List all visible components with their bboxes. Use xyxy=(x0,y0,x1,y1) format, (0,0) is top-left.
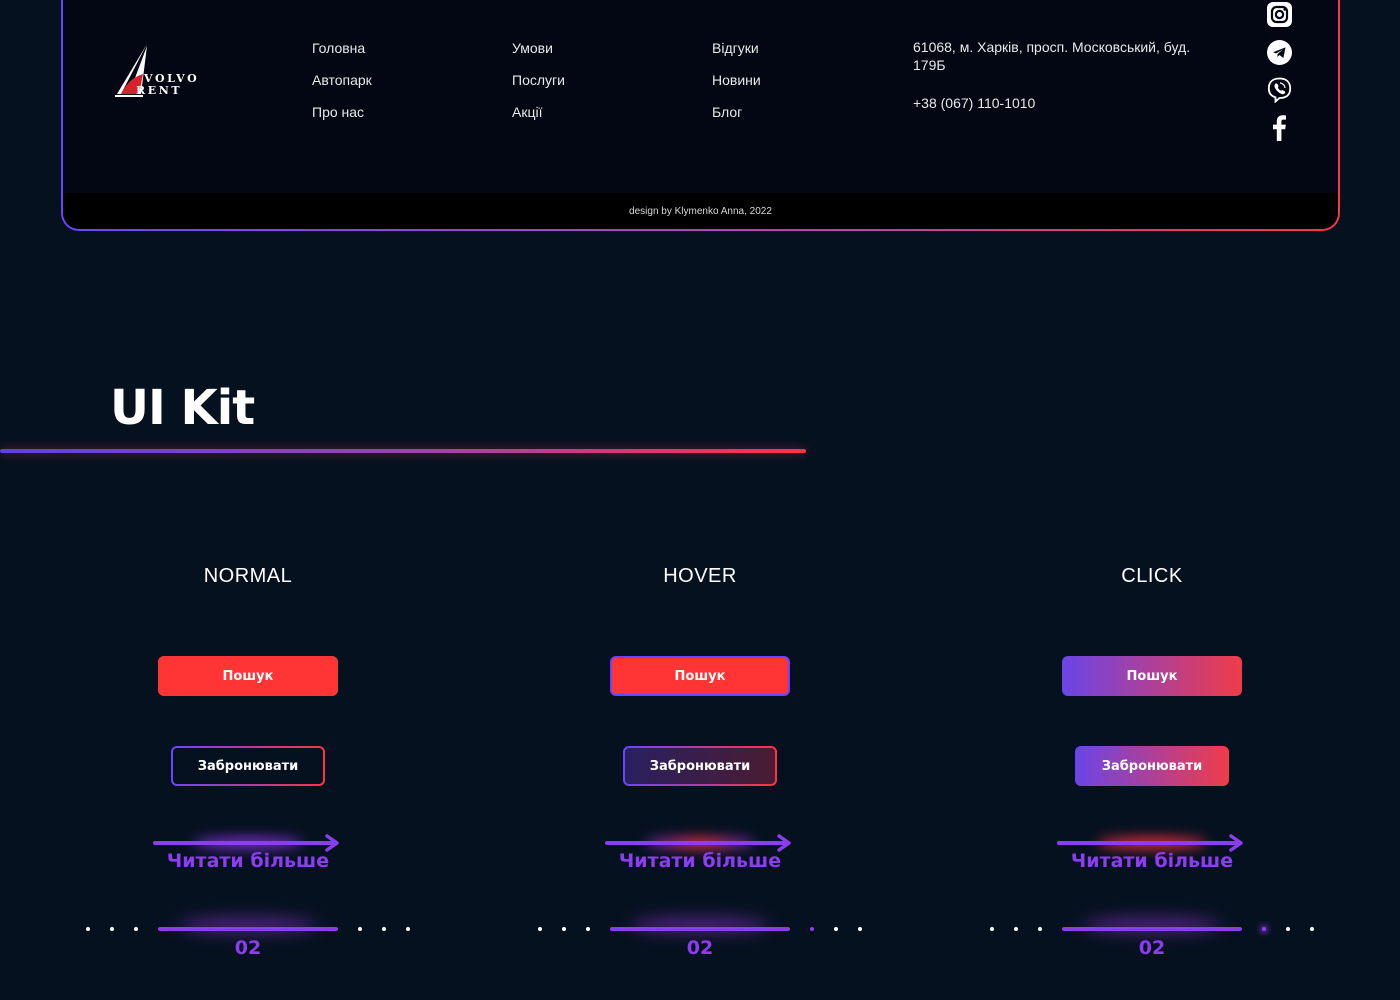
book-button-label: Забронювати xyxy=(1101,758,1203,774)
slider-active-bar[interactable] xyxy=(610,927,790,931)
slider-dot[interactable] xyxy=(538,927,542,931)
footer-link-fleet[interactable]: Автопарк xyxy=(312,72,372,89)
slider-dot-hovered[interactable] xyxy=(810,927,814,931)
footer-phone[interactable]: +38 (067) 110-1010 xyxy=(913,94,1203,112)
footer-panel: VOLVO RENT Головна Автопарк Про нас Умов… xyxy=(63,0,1338,229)
logo-text-rent: RENT xyxy=(136,84,183,97)
slider-pagination-hover: 02 xyxy=(520,915,880,965)
slider-pagination-click: 02 xyxy=(972,915,1332,965)
slider-dot[interactable] xyxy=(858,927,862,931)
slider-pagination-normal: 02 xyxy=(68,915,428,965)
read-more-link-normal[interactable]: Читати більше xyxy=(153,833,343,883)
footer-nav-column-3: Відгуки Новини Блог xyxy=(712,40,761,121)
slider-dot[interactable] xyxy=(1038,927,1042,931)
slider-dot[interactable] xyxy=(834,927,838,931)
title-underline xyxy=(0,449,806,453)
slider-active-bar[interactable] xyxy=(158,927,338,931)
read-more-label: Читати більше xyxy=(1070,850,1234,872)
site-footer: VOLVO RENT Головна Автопарк Про нас Умов… xyxy=(61,0,1340,231)
state-label: NORMAL xyxy=(203,565,293,587)
slider-dot[interactable] xyxy=(1286,927,1290,931)
state-column-normal: NORMAL Пошук Забронювати Читати більше 0… xyxy=(68,565,428,959)
footer-link-news[interactable]: Новини xyxy=(712,72,761,89)
book-button-normal[interactable]: Забронювати xyxy=(171,746,325,786)
footer-link-about[interactable]: Про нас xyxy=(312,104,372,121)
slider-dot[interactable] xyxy=(586,927,590,931)
slider-active-bar[interactable] xyxy=(1062,927,1242,931)
footer-contacts: 61068, м. Харків, просп. Московський, бу… xyxy=(913,38,1203,112)
slider-dot[interactable] xyxy=(86,927,90,931)
footer-link-promotions[interactable]: Акції xyxy=(512,104,565,121)
read-more-link-click[interactable]: Читати більше xyxy=(1057,833,1247,883)
footer-link-blog[interactable]: Блог xyxy=(712,104,761,121)
search-button-click[interactable]: Пошук xyxy=(1062,656,1242,696)
footer-nav-column-2: Умови Послуги Акції xyxy=(512,40,565,121)
slider-dot[interactable] xyxy=(382,927,386,931)
slider-dot[interactable] xyxy=(1014,927,1018,931)
read-more-label: Читати більше xyxy=(166,850,330,872)
book-button-label: Забронювати xyxy=(625,748,775,784)
slider-dot-clicked[interactable] xyxy=(1262,927,1266,931)
read-more-link-hover[interactable]: Читати більше xyxy=(605,833,795,883)
state-column-hover: HOVER Пошук Забронювати Читати більше 02 xyxy=(520,565,880,959)
footer-nav-column-1: Головна Автопарк Про нас xyxy=(312,40,372,121)
footer-link-reviews[interactable]: Відгуки xyxy=(712,40,761,57)
slide-number: 02 xyxy=(686,937,714,959)
slider-dot[interactable] xyxy=(358,927,362,931)
viber-icon[interactable] xyxy=(1266,77,1292,103)
state-label: HOVER xyxy=(663,565,737,587)
page-title: UI Kit xyxy=(110,380,255,436)
footer-link-home[interactable]: Головна xyxy=(312,40,372,57)
footer-copyright: design by Klymenko Anna, 2022 xyxy=(63,193,1338,229)
slider-dot[interactable] xyxy=(406,927,410,931)
volvo-rent-logo[interactable]: VOLVO RENT xyxy=(113,44,203,98)
slider-dot[interactable] xyxy=(134,927,138,931)
social-links xyxy=(1266,1,1292,141)
read-more-label: Читати більше xyxy=(618,850,782,872)
slider-dot[interactable] xyxy=(110,927,114,931)
footer-address: 61068, м. Харків, просп. Московський, бу… xyxy=(913,39,1191,73)
book-button-click[interactable]: Забронювати xyxy=(1075,746,1229,786)
slider-dot[interactable] xyxy=(562,927,566,931)
facebook-icon[interactable] xyxy=(1266,115,1292,141)
book-button-hover[interactable]: Забронювати xyxy=(623,746,777,786)
slider-dot[interactable] xyxy=(990,927,994,931)
search-button-hover[interactable]: Пошук xyxy=(610,656,790,696)
slide-number: 02 xyxy=(1138,937,1166,959)
state-label: CLICK xyxy=(1121,565,1183,587)
footer-link-terms[interactable]: Умови xyxy=(512,40,565,57)
search-button-normal[interactable]: Пошук xyxy=(158,656,338,696)
book-button-label: Забронювати xyxy=(173,748,323,784)
slider-dot[interactable] xyxy=(1310,927,1314,931)
state-column-click: CLICK Пошук Забронювати Читати більше 02 xyxy=(972,565,1332,959)
telegram-icon[interactable] xyxy=(1266,39,1292,65)
instagram-icon[interactable] xyxy=(1266,1,1292,27)
slide-number: 02 xyxy=(234,937,262,959)
footer-link-services[interactable]: Послуги xyxy=(512,72,565,89)
